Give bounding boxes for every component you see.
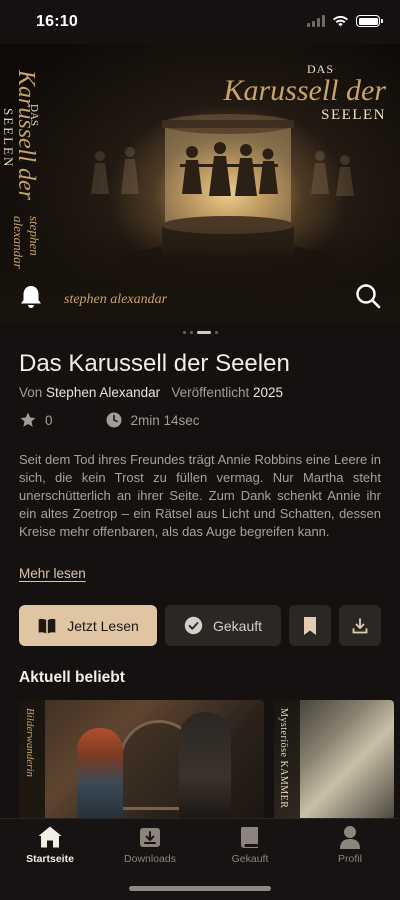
cover-author: stephen alexandar [64,292,168,307]
cover-title-sub: SEELEN [321,107,386,123]
tab-label: Startseite [26,853,74,865]
section-title-popular: Aktuell beliebt [19,669,125,686]
status-icons [307,15,383,27]
home-indicator[interactable] [129,886,271,891]
bookmark-icon [304,616,316,635]
published-label: Veröffentlicht [171,385,250,400]
duration-value: 2min 14sec [130,412,200,428]
open-book-icon [38,618,56,633]
hero-pager[interactable] [0,331,400,334]
download-icon [352,617,368,633]
tab-label: Gekauft [231,853,269,865]
cover-spine: DAS Karussell der SEELEN stephen alexand… [1,58,44,308]
card-spine: Bilderwanderin [19,700,45,820]
read-more-link[interactable]: Mehr lesen [19,566,86,581]
pager-dot[interactable] [189,331,193,334]
tab-label: Downloads [124,853,176,865]
published-year: 2025 [252,385,284,400]
popular-book-card[interactable]: Mysteriöse KAMMER [274,700,394,820]
pager-dot[interactable] [214,331,218,334]
tab-home[interactable]: Startseite [0,825,100,865]
book-meta: Von Stephen Alexandar Veröffentlicht 202… [19,385,283,400]
tab-label: Profil [338,853,362,865]
card-spine-text: Bilderwanderin [24,708,36,778]
cellular-signal-icon [307,15,325,27]
read-now-button[interactable]: Jetzt Lesen [19,605,157,646]
bought-button[interactable]: Gekauft [165,605,281,646]
download-button[interactable] [339,605,381,646]
wifi-icon [333,15,348,27]
hero-floor-shadow [0,227,400,322]
cover-title-main: Karussell der [223,74,386,107]
tab-profile[interactable]: Profil [300,825,400,865]
battery-icon [356,15,383,27]
star-icon [20,412,36,427]
card-illustration-figure [77,728,123,820]
person-icon [340,826,360,849]
card-illustration-hooded-figure [179,712,231,820]
popular-book-card[interactable]: Bilderwanderin [19,700,264,820]
card-spine-text: Mysteriöse KAMMER [278,708,289,809]
cover-title: DAS Karussell der SEELEN [223,62,386,124]
popular-carousel[interactable]: Bilderwanderin Mysteriöse KAMMER [19,700,394,820]
book-title: Das Karussell der Seelen [19,350,290,377]
bookmark-button[interactable] [289,605,331,646]
home-icon [38,826,62,848]
bought-label: Gekauft [212,617,263,634]
status-time: 16:10 [36,13,78,30]
bell-icon[interactable] [18,284,44,310]
clock-icon [106,412,122,428]
book-stats: 0 2min 14sec [19,411,200,429]
download-box-icon [140,828,160,847]
author-name[interactable]: Stephen Alexandar [46,385,160,400]
search-icon[interactable] [354,282,382,310]
card-spine: Mysteriöse KAMMER [274,700,300,820]
book-description: Seit dem Tod ihres Freundes trägt Annie … [19,452,381,539]
spine-title-sub: SEELEN [1,108,16,169]
hero-cover-image[interactable]: DAS Karussell der SEELEN stephen alexand… [0,44,400,322]
read-now-label: Jetzt Lesen [67,617,139,634]
status-bar: 16:10 [0,0,400,44]
by-label: Von [19,385,43,400]
duration-stat: 2min 14sec [105,411,200,429]
tab-bought[interactable]: Gekauft [200,825,300,865]
pager-dot[interactable] [182,331,186,334]
check-circle-icon [184,616,203,635]
rating-stat: 0 [19,411,53,429]
tab-downloads[interactable]: Downloads [100,825,200,865]
rating-value: 0 [45,412,53,428]
book-icon [241,827,258,848]
pager-dot-active[interactable] [196,331,211,334]
spine-title-main: Karussell der [13,70,39,201]
